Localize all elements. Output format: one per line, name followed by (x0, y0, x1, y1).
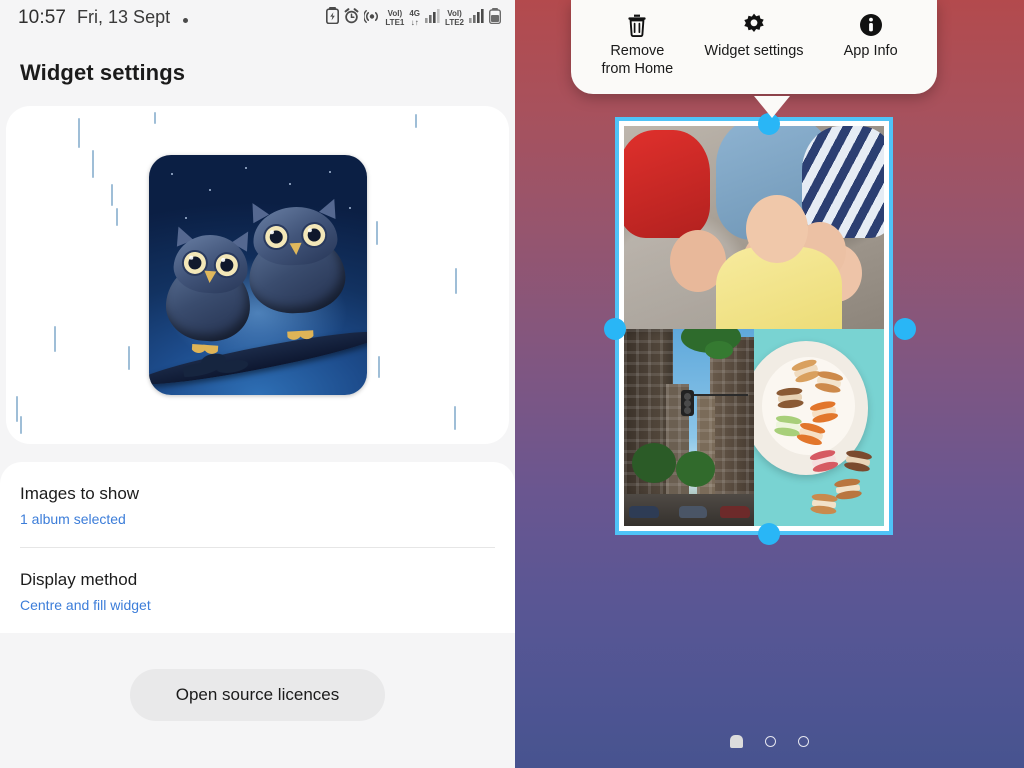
page-indicator-home-icon[interactable] (730, 735, 743, 748)
widget-preview-card (6, 106, 509, 444)
info-icon (859, 10, 883, 40)
data-4g-line2: ↓↑ (410, 17, 419, 27)
battery-icon (488, 7, 502, 29)
settings-list: Images to show 1 album selected Display … (0, 462, 515, 633)
status-bar-icons: VoI) LTE1 4G ↓↑ VoI) LTE2 (326, 7, 502, 29)
menu-item-app-info[interactable]: App Info (813, 10, 929, 60)
macarons-photo (754, 329, 884, 526)
hotspot-icon (363, 8, 380, 29)
gear-icon (741, 10, 767, 40)
owl-right-graphic (244, 195, 347, 342)
setting-row-display-method[interactable]: Display method Centre and fill widget (20, 547, 495, 633)
volte-lte1-line2: LTE1 (385, 17, 405, 27)
widget-collage-content (624, 126, 884, 526)
setting-title: Display method (20, 570, 138, 589)
alarm-icon (344, 7, 359, 29)
page-indicator (515, 735, 1024, 748)
resize-handle-bottom[interactable] (758, 523, 780, 545)
signal-bars-2-icon (469, 8, 484, 28)
widget-context-menu: Remove from Home Widget settings App Inf… (571, 0, 937, 95)
menu-item-remove-from-home[interactable]: Remove from Home (579, 10, 695, 78)
setting-value: 1 album selected (20, 511, 126, 527)
family-photo (624, 126, 884, 329)
menu-item-label: Widget settings (704, 43, 804, 59)
popup-tail (754, 96, 790, 118)
licence-button-container: Open source licences (0, 633, 515, 721)
signal-bars-1-icon (425, 8, 440, 28)
data-4g-icon: 4G ↓↑ (409, 8, 421, 27)
page-title: Widget settings (20, 60, 186, 85)
volte-lte2-icon: VoI) LTE2 (445, 8, 464, 27)
setting-row-images-to-show[interactable]: Images to show 1 album selected (20, 462, 495, 547)
status-time: 10:57 (18, 7, 67, 28)
status-bar: 10:57 Fri, 13 Sept VoI) LTE1 4G ↓↑ VoI) … (0, 0, 515, 36)
resize-handle-right[interactable] (894, 318, 916, 340)
owl-widget-preview-image (148, 155, 367, 395)
open-source-licences-button[interactable]: Open source licences (129, 669, 386, 721)
volte-lte1-icon: VoI) LTE1 (385, 8, 405, 27)
page-indicator-dot-3[interactable] (798, 736, 809, 747)
battery-saver-icon (326, 7, 340, 29)
page-indicator-dot-2[interactable] (765, 736, 776, 747)
status-bar-left: 10:57 Fri, 13 Sept (18, 7, 189, 29)
menu-item-label: Remove from Home (601, 43, 674, 78)
trash-icon (626, 10, 648, 40)
volte-lte2-line1: VoI) (447, 8, 462, 18)
data-4g-line1: 4G (409, 8, 421, 18)
menu-item-widget-settings[interactable]: Widget settings (696, 10, 812, 60)
photo-collage-widget[interactable] (615, 117, 893, 535)
owl-left-graphic (163, 223, 256, 356)
city-street-photo (624, 329, 754, 526)
resize-handle-left[interactable] (604, 318, 626, 340)
widget-settings-app: 10:57 Fri, 13 Sept VoI) LTE1 4G ↓↑ VoI) … (0, 0, 515, 768)
menu-item-label: App Info (843, 43, 898, 59)
setting-title: Images to show (20, 484, 140, 503)
setting-value: Centre and fill widget (20, 597, 151, 613)
volte-lte1-line1: VoI) (387, 8, 403, 18)
home-screen: Remove from Home Widget settings App Inf… (515, 0, 1024, 768)
screenshot-root: 10:57 Fri, 13 Sept VoI) LTE1 4G ↓↑ VoI) … (0, 0, 1024, 768)
volte-lte2-line2: LTE2 (445, 17, 464, 27)
status-date: Fri, 13 Sept (77, 7, 171, 27)
status-notification-dot (181, 18, 189, 23)
